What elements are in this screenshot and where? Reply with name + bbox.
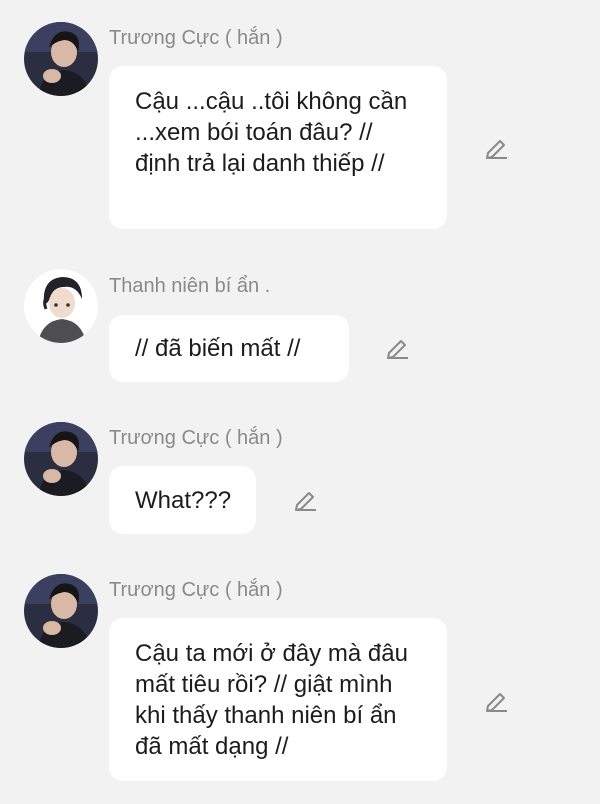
pencil-icon (486, 693, 507, 712)
dark-haired-man-avatar-icon (24, 574, 98, 648)
message-bubble[interactable]: Cậu ta mới ở đây mà đâu mất tiêu rồi? //… (109, 618, 447, 781)
message-text: Cậu ta mới ở đây mà đâu mất tiêu rồi? //… (135, 640, 408, 760)
sender-name: Trương Cực ( hắn ) (109, 579, 283, 601)
edit-button[interactable] (483, 687, 509, 713)
chat-message: Trương Cực ( hắn ) Cậu ta mới ở đây mà đ… (0, 0, 600, 804)
avatar[interactable] (24, 574, 98, 648)
